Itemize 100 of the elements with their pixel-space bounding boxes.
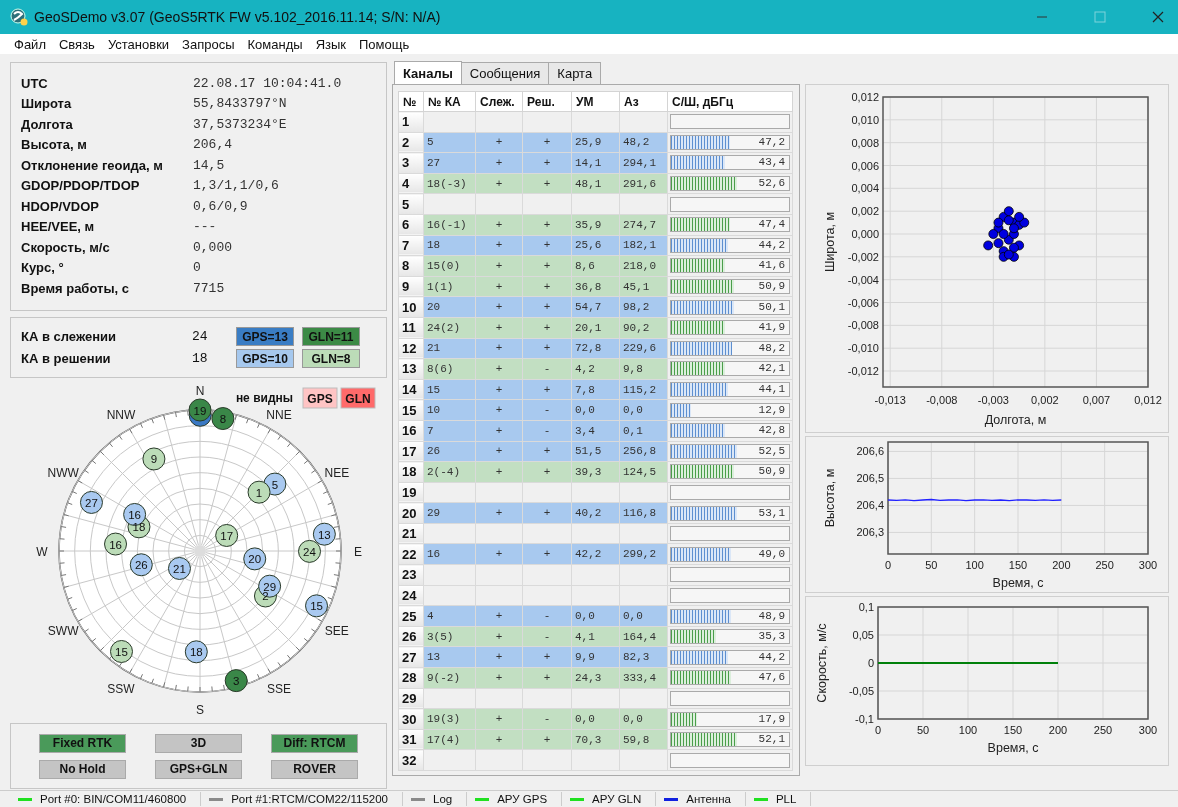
system-count-badge: GPS=13: [236, 327, 294, 346]
row-number: 3: [398, 152, 424, 174]
row-number: 21: [398, 523, 424, 544]
info-value: 22.08.17 10:04:41.0: [193, 75, 342, 91]
signal-value: 52,1: [758, 733, 785, 747]
count-label: КА в слежении: [21, 329, 118, 344]
axis-tick-label: 0,004: [851, 182, 879, 195]
axis-tick-label: -0,008: [847, 319, 879, 332]
axis-tick-label: -0,012: [847, 365, 879, 377]
info-label: Курс, °: [21, 260, 65, 276]
signal-value: 47,2: [758, 135, 785, 149]
status-indicator: No Hold: [39, 759, 126, 779]
axis-tick-label: 206,5: [856, 472, 884, 485]
status-indicator: GPS+GLN: [155, 759, 242, 779]
axis-title: Долгота, м: [984, 413, 1047, 427]
satellite-number: 5: [271, 478, 279, 491]
compass-direction-label: SSW: [107, 681, 135, 696]
info-value: 37,5373234°E: [193, 116, 287, 132]
signal-value: 42,8: [758, 424, 785, 438]
axis-title: Высота, м: [823, 468, 837, 528]
axis-tick-label: 50: [916, 724, 930, 736]
row-number: 6: [398, 214, 424, 236]
column-header: № КА: [423, 91, 476, 112]
satellite-number: 18: [189, 646, 203, 659]
satellite-number: 15: [115, 646, 128, 658]
compass-direction-label: SWW: [47, 624, 79, 638]
axis-tick-label: 0,002: [1031, 394, 1059, 406]
row-number: 4: [398, 173, 424, 194]
count-value: 24: [192, 329, 209, 344]
axis-tick-label: 0,006: [851, 159, 879, 172]
axis-tick-label: 0,1: [858, 601, 874, 613]
row-number: 9: [398, 276, 424, 297]
axis-tick-label: 206,4: [856, 499, 884, 512]
signal-value: 50,9: [758, 465, 785, 479]
info-value: 0,6/0,9: [193, 198, 248, 214]
status-text: PLL: [775, 793, 797, 805]
satellite-number: 17: [220, 530, 234, 542]
row-number: 23: [398, 564, 424, 586]
system-count-badge: GLN=11: [302, 327, 360, 346]
axis-tick-label: 0: [874, 724, 882, 736]
axis-tick-label: 0,012: [1134, 394, 1162, 406]
info-label: Время работы, с: [21, 280, 130, 296]
signal-value: 44,1: [758, 383, 785, 396]
axis-tick-label: 300: [1138, 559, 1158, 571]
axis-tick-label: 0: [884, 559, 892, 571]
satellite-number: 18: [132, 521, 146, 534]
row-number: 18: [398, 461, 424, 483]
info-value: 206,4: [193, 137, 232, 153]
row-number: 19: [398, 482, 424, 503]
compass-direction-label: N: [195, 386, 205, 398]
satellite-number: 21: [173, 562, 186, 575]
signal-value: 44,2: [758, 238, 785, 252]
signal-value: 52,6: [758, 177, 785, 191]
signal-value: 47,6: [758, 671, 785, 685]
compass-direction-label: SSE: [267, 681, 291, 696]
legend-label: не видны: [235, 391, 293, 405]
satellite-number: 1: [255, 486, 263, 499]
axis-tick-label: -0,1: [855, 713, 874, 725]
status-indicator: Diff: RTCM: [271, 733, 358, 753]
axis-tick-label: 206,6: [856, 445, 884, 458]
axis-tick-label: 150: [1003, 724, 1023, 736]
status-text: Port #0: BIN/COM11/460800: [40, 793, 187, 805]
signal-value: 48,2: [758, 341, 785, 355]
column-header: Реш.: [522, 91, 572, 112]
column-header: Слеж.: [475, 91, 523, 112]
axis-tick-label: 0,007: [1082, 394, 1111, 406]
row-number: 31: [398, 729, 424, 750]
axis-tick-label: 200: [1052, 559, 1071, 571]
legend-chip: GPS: [302, 387, 338, 409]
info-label: Высота, м: [21, 137, 88, 153]
column-header: УМ: [571, 91, 620, 112]
compass-direction-label: E: [354, 545, 362, 559]
axis-tick-label: 0,012: [851, 91, 879, 103]
satellite-number: 20: [248, 553, 262, 566]
compass-direction-label: NWW: [47, 466, 79, 480]
row-number: 26: [398, 626, 424, 647]
row-number: 7: [398, 235, 424, 256]
satellite-number: 24: [303, 545, 316, 558]
system-count-badge: GLN=8: [302, 349, 360, 368]
axis-tick-label: -0,004: [847, 273, 879, 286]
signal-value: 17,9: [758, 712, 785, 726]
axis-tick-label: 100: [958, 724, 978, 736]
signal-value: 47,4: [758, 218, 785, 232]
info-value: 0,000: [193, 239, 232, 255]
status-text: АРУ GLN: [592, 793, 642, 805]
row-number: 13: [398, 358, 424, 380]
info-value: 14,5: [193, 157, 225, 173]
window-title: GeoSDemo v3.07 (GeoS5RTK FW v5.102_2016.11.14; S/N: N/A): [34, 9, 441, 25]
satellite-number: 19: [193, 404, 207, 417]
system-count-badge: GPS=10: [236, 349, 294, 368]
row-number: 1: [398, 111, 424, 133]
row-number: 28: [398, 667, 424, 689]
signal-value: 41,9: [758, 321, 785, 335]
info-label: HDOP/VDOP: [21, 198, 100, 214]
info-value: 1,3/1,1/0,6: [193, 178, 279, 194]
row-number: 12: [398, 338, 424, 359]
axis-tick-label: -0,05: [848, 685, 874, 697]
axis-tick-label: 0,000: [851, 228, 879, 240]
satellite-number: 9: [150, 453, 158, 466]
satellite-number: 15: [310, 600, 323, 613]
